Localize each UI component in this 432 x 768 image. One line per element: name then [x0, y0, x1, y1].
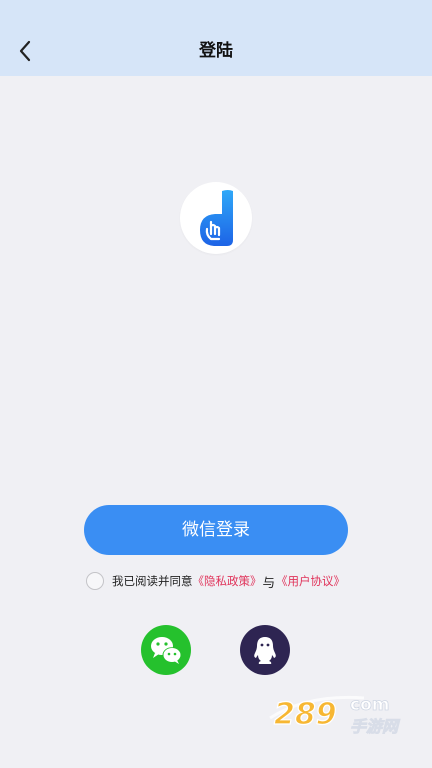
app-logo-icon	[200, 190, 233, 246]
page-title: 登陆	[199, 41, 233, 61]
watermark-subtext: 手游网	[350, 717, 401, 736]
agreement-prefix: 我已阅读并同意	[112, 574, 193, 588]
top-nav-bar: 登陆	[0, 0, 432, 76]
agreement-row: 我已阅读并同意 《隐私政策》 与 《用户协议》	[86, 570, 386, 592]
privacy-policy-link[interactable]: 《隐私政策》	[193, 573, 262, 589]
watermark-suffix: com	[350, 695, 389, 715]
wechat-social-button[interactable]	[141, 625, 191, 675]
qq-social-button[interactable]	[240, 625, 290, 675]
agreement-and: 与	[262, 574, 276, 590]
watermark-289-logo: 289 com 手游网	[268, 688, 418, 740]
user-agreement-link[interactable]: 《用户协议》	[276, 573, 345, 589]
app-logo	[180, 182, 252, 254]
wechat-icon	[151, 637, 182, 664]
watermark-graphic: 289 com 手游网	[269, 695, 401, 736]
wechat-login-button[interactable]: 微信登录	[84, 505, 348, 555]
agree-checkbox[interactable]	[86, 572, 104, 590]
watermark-number: 289	[274, 697, 337, 732]
qq-penguin-icon	[254, 637, 276, 664]
